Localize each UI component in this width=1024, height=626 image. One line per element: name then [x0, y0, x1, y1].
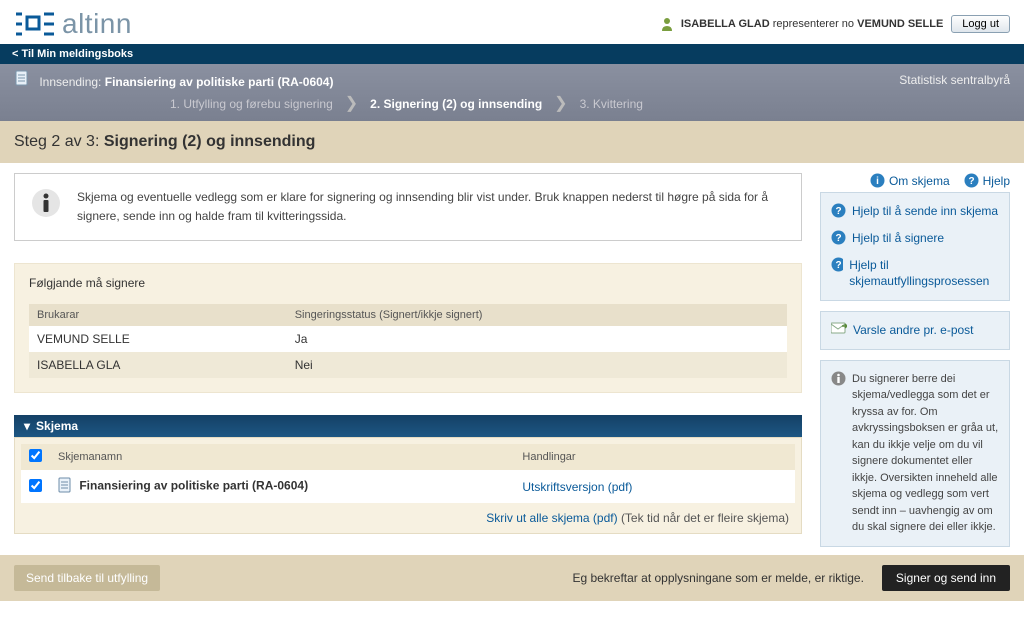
col-user: Brukarar	[29, 304, 287, 326]
info-text: Skjema og eventuelle vedlegg som er klar…	[77, 188, 785, 226]
help-send-link[interactable]: ? Hjelp til å sende inn skjema	[831, 203, 999, 220]
step-indicator: 1. Utfylling og førebu signering ❯ 2. Si…	[0, 91, 1024, 121]
step-3: 3. Kvittering	[580, 97, 643, 111]
triangle-down-icon: ▾	[24, 419, 30, 433]
svg-text:i: i	[876, 176, 879, 187]
print-hint: (Tek tid når det er fleire skjema)	[621, 511, 789, 525]
svg-text:?: ?	[835, 233, 841, 244]
chevron-right-icon: ❯	[345, 98, 358, 110]
sign-submit-button[interactable]: Signer og send inn	[882, 565, 1010, 591]
logo-text: altinn	[62, 8, 132, 40]
about-schema-link[interactable]: i Om skjema	[870, 173, 950, 188]
col-status: Singeringsstatus (Signert/ikkje signert)	[287, 304, 787, 326]
confirm-text: Eg bekreftar at opplysningane som er mel…	[572, 571, 863, 585]
step-heading: Steg 2 av 3: Signering (2) og innsending	[0, 121, 1024, 163]
help-fill-link[interactable]: ? Hjelp til skjemautfyllingsprosessen	[831, 257, 999, 291]
schema-row-checkbox[interactable]	[29, 479, 42, 492]
print-version-link[interactable]: Utskriftsversjon (pdf)	[522, 480, 632, 494]
step-1[interactable]: 1. Utfylling og førebu signering	[170, 97, 333, 111]
sign-info-text: Du signerer berre dei skjema/vedlegga so…	[852, 371, 999, 536]
help-sign-link[interactable]: ? Hjelp til å signere	[831, 230, 999, 247]
info-icon	[31, 188, 61, 218]
submission-title: Innsending: Finansiering av politiske pa…	[14, 70, 333, 89]
rep-text: representerer no	[773, 18, 854, 30]
svg-text:?: ?	[835, 206, 841, 217]
agency-name: Statistisk sentralbyrå	[899, 73, 1010, 87]
svg-text:?: ?	[968, 176, 974, 187]
step-2: 2. Signering (2) og innsending	[370, 97, 542, 111]
schema-collapse-header[interactable]: ▾ Skjema	[14, 415, 802, 437]
svg-text:?: ?	[835, 260, 841, 271]
signers-panel: Følgjande må signere Brukarar Singerings…	[14, 263, 802, 393]
signers-heading: Følgjande må signere	[29, 276, 787, 290]
info-icon	[831, 371, 846, 392]
select-all-checkbox[interactable]	[29, 449, 42, 462]
logout-button[interactable]: Logg ut	[951, 15, 1010, 33]
logo[interactable]: altinn	[14, 8, 132, 40]
help-link[interactable]: ? Hjelp	[964, 173, 1010, 188]
user-name: ISABELLA GLAD	[681, 18, 770, 30]
signer-row: ISABELLA GLA Nei	[29, 352, 787, 378]
rep-name: VEMUND SELLE	[857, 18, 943, 30]
send-back-button: Send tilbake til utfylling	[14, 565, 160, 591]
user-icon	[661, 17, 673, 31]
signer-row: VEMUND SELLE Ja	[29, 326, 787, 352]
col-schema-name: Skjemanamn	[50, 444, 514, 470]
document-icon	[58, 482, 75, 496]
col-actions: Handlingar	[514, 444, 795, 470]
schema-row-name: Finansiering av politiske parti (RA-0604…	[79, 479, 308, 493]
notify-email-link[interactable]: Varsle andre pr. e-post	[831, 322, 999, 339]
chevron-right-icon: ❯	[554, 98, 567, 110]
back-to-inbox-link[interactable]: < Til Min meldingsboks	[12, 48, 133, 60]
print-all-link[interactable]: Skriv ut alle skjema (pdf)	[486, 511, 617, 525]
